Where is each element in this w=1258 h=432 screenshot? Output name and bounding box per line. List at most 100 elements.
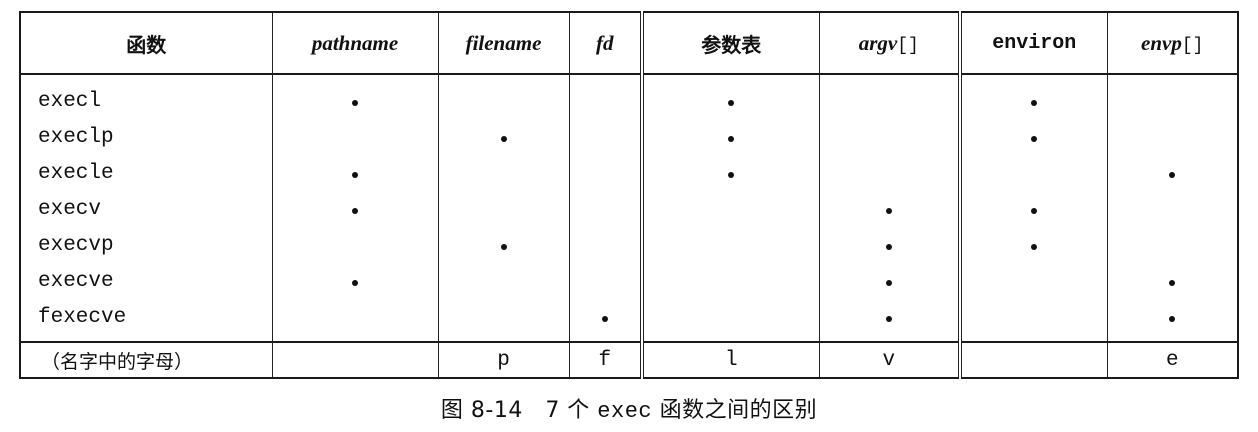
caption-text-pre: 7 个 <box>545 398 598 423</box>
table-row: execve <box>19 263 1239 299</box>
bullet-dot-icon <box>885 279 892 286</box>
bullet-dot-icon <box>352 207 358 214</box>
bullet-dot-icon <box>728 135 735 142</box>
header-row: 函数 pathname filename fd 参数表 argv[] envir… <box>19 12 1239 75</box>
table-row: execlp <box>19 119 1239 155</box>
figure-caption: 图 8-14 7 个 exec 函数之间的区别 <box>0 392 1258 424</box>
letters-row: （名字中的字母） p f l v e <box>19 341 1239 378</box>
function-name-cell: execv <box>19 191 273 227</box>
bullet-dot-icon <box>352 171 358 178</box>
mark-cell <box>1106 227 1239 263</box>
letters-row-label: （名字中的字母） <box>19 341 273 378</box>
bullet-dot-icon <box>601 315 608 322</box>
mark-cell <box>271 299 439 342</box>
table-row: execl <box>19 74 1239 119</box>
mark-cell <box>640 263 820 299</box>
bullet-dot-icon <box>1031 135 1038 142</box>
function-name-cell: execle <box>19 155 273 191</box>
mark-cell <box>1106 74 1239 119</box>
mark-cell <box>271 227 439 263</box>
table-row: execv <box>19 191 1239 227</box>
header-arg-list: 参数表 <box>640 12 820 75</box>
mark-cell <box>271 155 439 191</box>
mark-cell <box>437 74 570 119</box>
bullet-dot-icon <box>1169 279 1176 286</box>
mark-cell <box>568 74 643 119</box>
mark-cell <box>1106 299 1239 342</box>
mark-cell <box>818 263 961 299</box>
mark-cell <box>640 74 820 119</box>
mark-cell <box>958 119 1108 155</box>
mark-cell <box>640 227 820 263</box>
caption-text-post: 函数之间的区别 <box>652 398 818 423</box>
letter-cell: p <box>437 341 570 378</box>
mark-cell <box>437 191 570 227</box>
mark-cell <box>818 299 961 342</box>
table-body: execl execlp execle execv execvp execve fexecv… <box>19 74 1239 378</box>
bullet-dot-icon <box>885 243 892 250</box>
figure-number: 图 8-14 <box>440 398 523 423</box>
bullet-dot-icon <box>1031 243 1038 250</box>
mark-cell <box>437 119 570 155</box>
mark-cell <box>1106 119 1239 155</box>
letter-cell: f <box>568 341 643 378</box>
header-function: 函数 <box>19 12 273 75</box>
mark-cell <box>437 155 570 191</box>
exec-functions-table: 函数 pathname filename fd 参数表 argv[] envir… <box>19 11 1239 379</box>
mark-cell <box>818 227 961 263</box>
mark-cell <box>958 155 1108 191</box>
mark-cell <box>271 191 439 227</box>
mark-cell <box>568 119 643 155</box>
mark-cell <box>958 263 1108 299</box>
mark-cell <box>437 263 570 299</box>
mark-cell <box>640 119 820 155</box>
header-envp: envp[] <box>1106 12 1239 75</box>
header-fd: fd <box>568 12 643 75</box>
mark-cell <box>1106 191 1239 227</box>
mark-cell <box>568 191 643 227</box>
header-pathname: pathname <box>271 12 439 75</box>
header-environ: environ <box>958 12 1108 75</box>
exec-functions-table-container: 函数 pathname filename fd 参数表 argv[] envir… <box>19 11 1239 379</box>
function-name-cell: execvp <box>19 227 273 263</box>
mark-cell <box>818 191 961 227</box>
letter-cell: v <box>818 341 961 378</box>
mark-cell <box>640 191 820 227</box>
mark-cell <box>958 227 1108 263</box>
mark-cell <box>958 191 1108 227</box>
mark-cell <box>640 299 820 342</box>
letter-cell: e <box>1106 341 1239 378</box>
bullet-dot-icon <box>500 243 507 250</box>
mark-cell <box>437 227 570 263</box>
mark-cell <box>568 263 643 299</box>
bullet-dot-icon <box>728 171 735 178</box>
mark-cell <box>568 299 643 342</box>
bullet-dot-icon <box>728 99 735 106</box>
mark-cell <box>568 155 643 191</box>
mark-cell <box>640 155 820 191</box>
mark-cell <box>271 263 439 299</box>
mark-cell <box>958 74 1108 119</box>
mark-cell <box>568 227 643 263</box>
mark-cell <box>1106 155 1239 191</box>
mark-cell <box>1106 263 1239 299</box>
caption-code: exec <box>597 399 653 424</box>
mark-cell <box>818 74 961 119</box>
mark-cell <box>437 299 570 342</box>
letter-cell <box>958 341 1108 378</box>
table-row: execvp <box>19 227 1239 263</box>
letter-cell <box>271 341 439 378</box>
function-name-cell: fexecve <box>19 299 273 342</box>
bullet-dot-icon <box>885 207 892 214</box>
mark-cell <box>271 119 439 155</box>
bullet-dot-icon <box>352 279 358 286</box>
table-row: fexecve <box>19 299 1239 342</box>
mark-cell <box>958 299 1108 342</box>
table-row: execle <box>19 155 1239 191</box>
function-name-cell: execl <box>19 74 273 119</box>
function-name-cell: execlp <box>19 119 273 155</box>
bullet-dot-icon <box>352 99 358 106</box>
function-name-cell: execve <box>19 263 273 299</box>
mark-cell <box>818 155 961 191</box>
mark-cell <box>271 74 439 119</box>
